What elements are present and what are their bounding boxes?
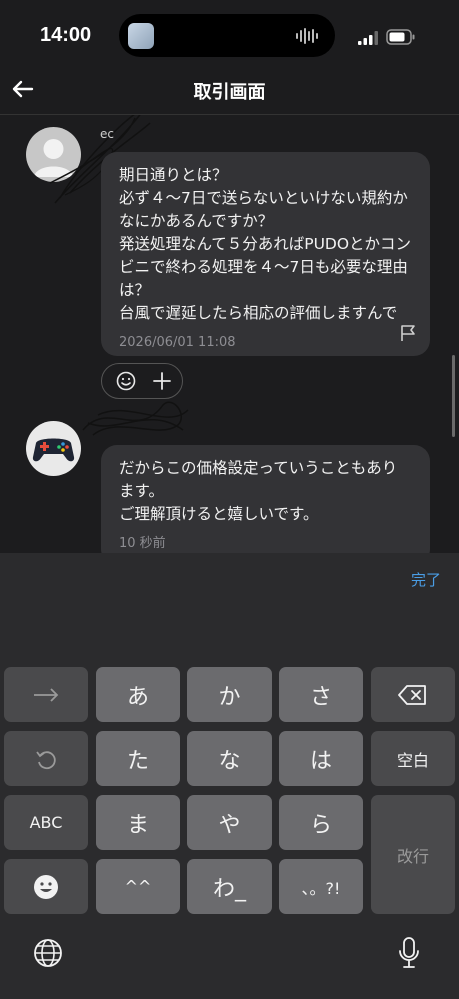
message-text: 期日通りとは？ 必ず４〜7日で送らないといけない規約かなにかあるんですか？ 発送… bbox=[119, 166, 412, 322]
signal-icon bbox=[358, 31, 378, 45]
mic-icon[interactable] bbox=[397, 936, 421, 970]
emoji-icon bbox=[34, 874, 58, 899]
sender-name-partial: ec bbox=[100, 127, 114, 141]
kaomoji-key[interactable]: ^^ bbox=[96, 859, 180, 914]
kana-key-ra[interactable]: ら bbox=[279, 795, 363, 850]
delete-icon bbox=[398, 684, 426, 705]
message-bubble[interactable]: 期日通りとは？ 必ず４〜7日で送らないといけない規約かなにかあるんですか？ 発送… bbox=[101, 152, 430, 356]
audio-wave-icon bbox=[296, 28, 318, 44]
redaction-scribble bbox=[82, 401, 189, 436]
kana-key-a[interactable]: あ bbox=[96, 667, 180, 722]
punctuation-key[interactable]: 、。?! bbox=[279, 859, 363, 914]
emoji-key[interactable] bbox=[4, 859, 88, 914]
dynamic-island[interactable] bbox=[119, 14, 335, 57]
undo-key[interactable] bbox=[4, 731, 88, 786]
done-button[interactable]: 完了 bbox=[411, 569, 441, 590]
globe-icon[interactable] bbox=[33, 938, 63, 968]
kana-key-ta[interactable]: た bbox=[96, 731, 180, 786]
reaction-pill[interactable] bbox=[101, 363, 183, 399]
scrollbar[interactable] bbox=[452, 355, 455, 437]
smile-icon[interactable] bbox=[116, 371, 136, 391]
arrow-right-icon bbox=[34, 687, 59, 702]
status-time: 14:00 bbox=[40, 24, 92, 46]
next-candidate-key[interactable] bbox=[4, 667, 88, 722]
status-bar: 14:00 bbox=[0, 0, 459, 70]
kana-key-wa[interactable]: わ_ bbox=[187, 859, 272, 914]
kana-key-sa[interactable]: さ bbox=[279, 667, 363, 722]
chat-area[interactable]: ec 期日通りとは？ 必ず４〜7日で送らないといけない規約かなにかあるんですか？… bbox=[0, 115, 459, 553]
return-key[interactable]: 改行 bbox=[371, 795, 455, 914]
space-key[interactable]: 空白 bbox=[371, 731, 455, 786]
delete-key[interactable] bbox=[371, 667, 455, 722]
japanese-keyboard: あ か さ た な は 空白 ABC ま や ら 改行 ^^ わ_ 、。?! bbox=[0, 603, 459, 999]
kana-key-ha[interactable]: は bbox=[279, 731, 363, 786]
plus-icon[interactable] bbox=[152, 371, 172, 391]
kana-key-ka[interactable]: か bbox=[187, 667, 272, 722]
kana-key-ma[interactable]: ま bbox=[96, 795, 180, 850]
message-time: 2026/06/01 11:08 bbox=[119, 335, 236, 350]
abc-key[interactable]: ABC bbox=[4, 795, 88, 850]
kana-key-ya[interactable]: や bbox=[187, 795, 272, 850]
keyboard-accessory-bar: 完了 bbox=[0, 553, 459, 603]
media-thumbnail bbox=[128, 23, 154, 49]
undo-icon bbox=[36, 750, 56, 769]
flag-icon[interactable] bbox=[400, 324, 416, 342]
battery-icon bbox=[386, 29, 415, 45]
navigation-bar: 取引画面 bbox=[0, 66, 459, 115]
message-bubble[interactable]: だからこの価格設定っていうこともあります。 ご理解頂けると嬉しいです。 10 秒… bbox=[101, 445, 430, 553]
gamepad-icon bbox=[32, 438, 75, 462]
kana-key-na[interactable]: な bbox=[187, 731, 272, 786]
avatar-gamepad[interactable] bbox=[26, 421, 81, 476]
message-text: だからこの価格設定っていうこともあります。 ご理解頂けると嬉しいです。 bbox=[119, 459, 398, 523]
trade-screen: 14:00 取引画面 ec 期日通りとは？ 必ず４〜7日で送らないといけない規約… bbox=[0, 0, 459, 999]
page-title: 取引画面 bbox=[193, 82, 266, 103]
message-time: 10 秒前 bbox=[119, 536, 166, 551]
